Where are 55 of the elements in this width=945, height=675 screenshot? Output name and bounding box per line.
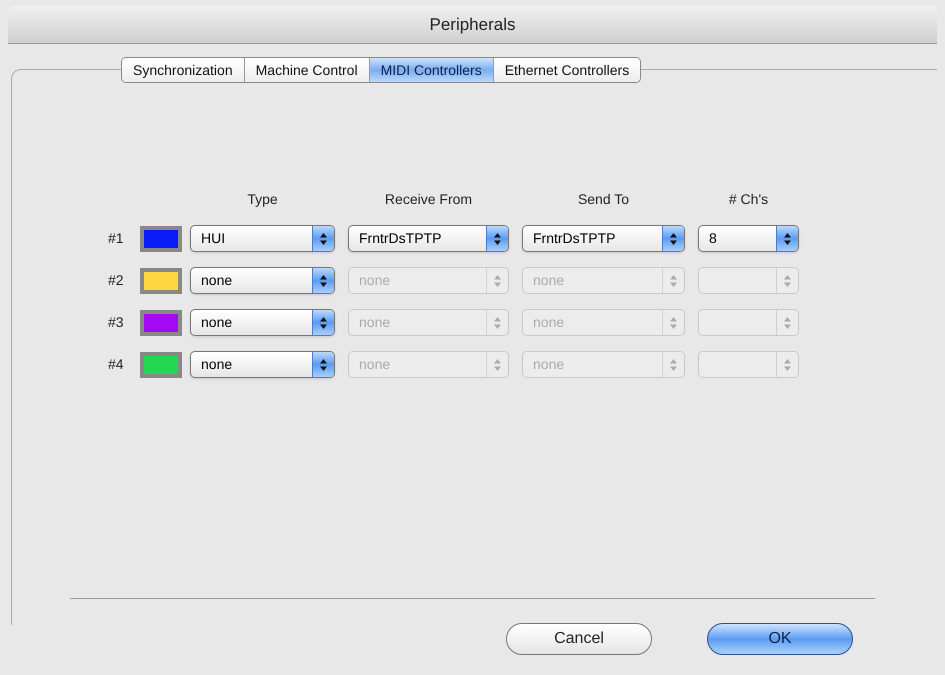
up-down-arrows-icon xyxy=(784,274,791,286)
color-swatch[interactable] xyxy=(140,268,182,294)
popup-menu[interactable]: none xyxy=(190,267,335,294)
up-down-arrows-icon xyxy=(320,316,327,328)
tab[interactable]: Ethernet Controllers xyxy=(492,58,640,82)
column-header: Receive From xyxy=(384,190,474,209)
color-swatch[interactable] xyxy=(140,310,182,336)
up-down-arrows-icon xyxy=(784,358,791,370)
dialog-button[interactable]: OK xyxy=(707,623,853,655)
up-down-arrows-icon xyxy=(494,316,501,328)
up-down-arrows-icon xyxy=(494,274,501,286)
popup-value: none xyxy=(358,271,392,290)
tab[interactable]: Machine Control xyxy=(244,58,369,82)
popup-value: FrntrDsTPTP xyxy=(532,229,616,248)
popup-value: none xyxy=(532,271,566,290)
tab[interactable]: Synchronization xyxy=(122,58,244,82)
up-down-arrows-icon xyxy=(784,232,791,244)
column-header: Send To xyxy=(576,190,630,209)
popup-value: 8 xyxy=(708,229,718,248)
row-label: #1 xyxy=(108,229,125,248)
row-label: #4 xyxy=(108,355,125,374)
up-down-arrows-icon xyxy=(670,316,677,328)
popup-value: none xyxy=(532,313,566,332)
popup-value: none xyxy=(200,355,234,374)
popup-value: HUI xyxy=(200,229,226,248)
popup-value: none xyxy=(358,313,392,332)
popup-menu[interactable]: none xyxy=(190,351,335,378)
popup-menu[interactable]: none xyxy=(190,309,335,336)
up-down-arrows-icon xyxy=(670,232,677,244)
popup-value: FrntrDsTPTP xyxy=(358,229,442,248)
color-swatch[interactable] xyxy=(140,352,182,378)
popup-menu[interactable]: 8 xyxy=(698,225,799,252)
up-down-arrows-icon xyxy=(784,316,791,328)
up-down-arrows-icon xyxy=(320,274,327,286)
up-down-arrows-icon xyxy=(320,232,327,244)
popup-value: none xyxy=(200,313,234,332)
up-down-arrows-icon xyxy=(670,274,677,286)
popup-value: none xyxy=(532,355,566,374)
color-swatch[interactable] xyxy=(140,226,182,252)
row-label: #3 xyxy=(108,313,125,332)
up-down-arrows-icon xyxy=(320,358,327,370)
up-down-arrows-icon xyxy=(494,232,501,244)
popup-value: none xyxy=(200,271,234,290)
popup-value: none xyxy=(358,355,392,374)
popup-menu[interactable]: FrntrDsTPTP xyxy=(522,225,685,252)
window-title: Peripherals xyxy=(430,14,516,36)
column-header: # Ch's xyxy=(728,190,770,209)
up-down-arrows-icon xyxy=(494,358,501,370)
popup-menu[interactable]: HUI xyxy=(190,225,335,252)
tab[interactable]: MIDI Controllers xyxy=(368,58,493,82)
up-down-arrows-icon xyxy=(670,358,677,370)
popup-menu[interactable]: FrntrDsTPTP xyxy=(348,225,509,252)
dialog-button[interactable]: Cancel xyxy=(506,623,652,655)
column-header: Type xyxy=(246,190,279,209)
row-label: #2 xyxy=(108,271,125,290)
